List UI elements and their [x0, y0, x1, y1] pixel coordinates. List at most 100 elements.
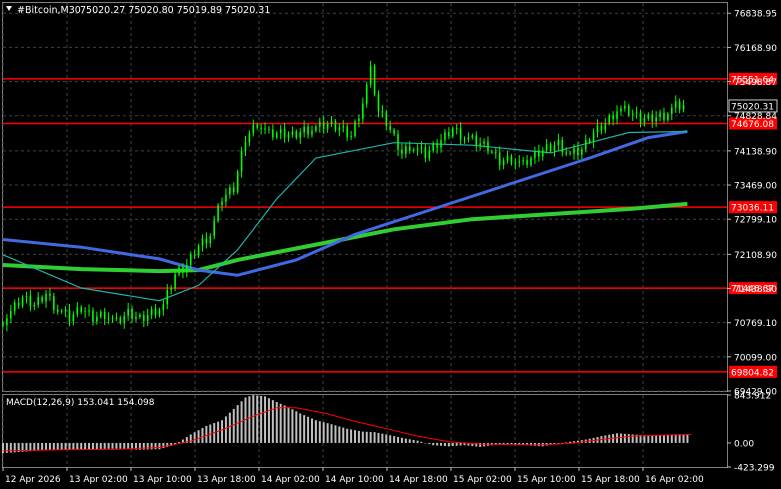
macd-histogram-bar — [377, 432, 380, 443]
candle-body — [530, 157, 532, 165]
macd-histogram-bar — [432, 442, 435, 446]
candle-body — [475, 135, 478, 146]
macd-tick-label: 843.912 — [734, 392, 771, 402]
candle-body — [467, 137, 470, 140]
macd-histogram-bar — [338, 426, 341, 443]
macd-histogram-bar — [303, 415, 306, 443]
time-tick-label: 14 Apr 02:00 — [261, 475, 320, 485]
candle-body — [639, 112, 642, 124]
macd-histogram-bar — [662, 434, 665, 443]
candle-body — [565, 152, 567, 154]
candle-body — [72, 314, 75, 322]
candle-body — [463, 139, 466, 141]
price-tick-label: 73469.00 — [734, 182, 777, 192]
macd-histogram-bar — [569, 441, 572, 443]
trading-chart[interactable]: 75551.6474676.0873036.1171446.6769804.82… — [0, 0, 781, 489]
candle-body — [41, 297, 43, 302]
candle-body — [354, 121, 356, 136]
macd-histogram-bar — [299, 413, 302, 443]
macd-histogram-bar — [2, 442, 4, 454]
candle-body — [412, 149, 415, 151]
candle-body — [279, 128, 282, 134]
candle-body — [248, 133, 251, 143]
candle-body — [377, 94, 380, 112]
candle-body — [620, 108, 622, 112]
candle-body — [373, 65, 376, 95]
candle-body — [577, 148, 579, 155]
candle-body — [60, 310, 63, 312]
macd-histogram-bar — [197, 430, 200, 443]
candle-body — [596, 125, 599, 133]
macd-histogram-bar — [205, 425, 208, 443]
candle-body — [236, 171, 239, 193]
macd-histogram-bar — [381, 433, 384, 443]
candle-body — [197, 245, 200, 257]
candle-body — [534, 150, 536, 158]
candle-body — [283, 128, 286, 138]
candle-body — [295, 131, 298, 138]
macd-histogram-bar — [412, 439, 415, 443]
candle-body — [115, 317, 118, 319]
candle-body — [663, 112, 665, 121]
macd-histogram-bar — [307, 416, 310, 443]
macd-histogram-bar — [283, 405, 286, 443]
macd-histogram-bar — [357, 430, 360, 443]
candle-body — [522, 160, 524, 162]
candle-body — [538, 150, 540, 157]
candle-body — [487, 141, 489, 152]
macd-histogram-bar — [256, 395, 259, 443]
macd-histogram-bar — [95, 442, 98, 449]
macd-histogram-bar — [291, 409, 294, 443]
candle-body — [37, 297, 39, 305]
time-tick-label: 16 Apr 02:00 — [645, 475, 704, 485]
macd-histogram-bar — [193, 432, 196, 443]
candle-body — [291, 131, 294, 135]
macd-histogram-bar — [260, 395, 263, 443]
candle-body — [322, 121, 325, 129]
macd-histogram-bar — [158, 442, 161, 450]
candle-body — [561, 139, 564, 153]
macd-histogram-bar — [123, 442, 126, 449]
candle-body — [612, 115, 614, 120]
macd-histogram-bar — [318, 421, 321, 443]
candle-body — [303, 126, 305, 133]
candle-body — [432, 143, 435, 151]
candle-body — [174, 274, 176, 289]
candle-body — [491, 151, 493, 153]
macd-histogram-bar — [45, 442, 48, 451]
macd-histogram-bar — [678, 434, 681, 443]
macd-histogram-bar — [623, 433, 626, 443]
macd-histogram-bar — [424, 442, 427, 444]
candle-body — [338, 127, 341, 131]
macd-histogram-bar — [416, 440, 419, 443]
candle-body — [252, 124, 255, 134]
candle-body — [143, 314, 145, 321]
macd-histogram-bar — [404, 438, 407, 443]
candle-body — [232, 187, 235, 193]
candle-body — [678, 101, 681, 110]
level-price-label: 69804.82 — [731, 368, 774, 378]
macd-histogram-bar — [178, 442, 180, 443]
macd-histogram-bar — [557, 442, 560, 444]
candle-body — [631, 113, 634, 115]
candle-body — [275, 133, 278, 138]
candle-body — [643, 118, 646, 124]
candle-body — [2, 323, 4, 326]
macd-histogram-bar — [217, 421, 220, 443]
macd-histogram-bar — [666, 434, 669, 443]
candle-body — [506, 156, 509, 161]
candle-body — [182, 267, 184, 273]
candle-body — [655, 117, 657, 122]
candle-body — [416, 148, 419, 150]
candle-body — [201, 238, 204, 246]
candle-body — [502, 160, 505, 166]
macd-histogram-bar — [68, 442, 71, 450]
macd-histogram-bar — [326, 423, 329, 443]
candle-body — [96, 316, 98, 322]
candle-body — [635, 112, 638, 114]
macd-histogram-bar — [643, 435, 646, 443]
candle-body — [510, 156, 513, 164]
macd-histogram-bar — [72, 442, 75, 450]
candle-body — [21, 297, 24, 306]
macd-histogram-bar — [56, 442, 59, 450]
